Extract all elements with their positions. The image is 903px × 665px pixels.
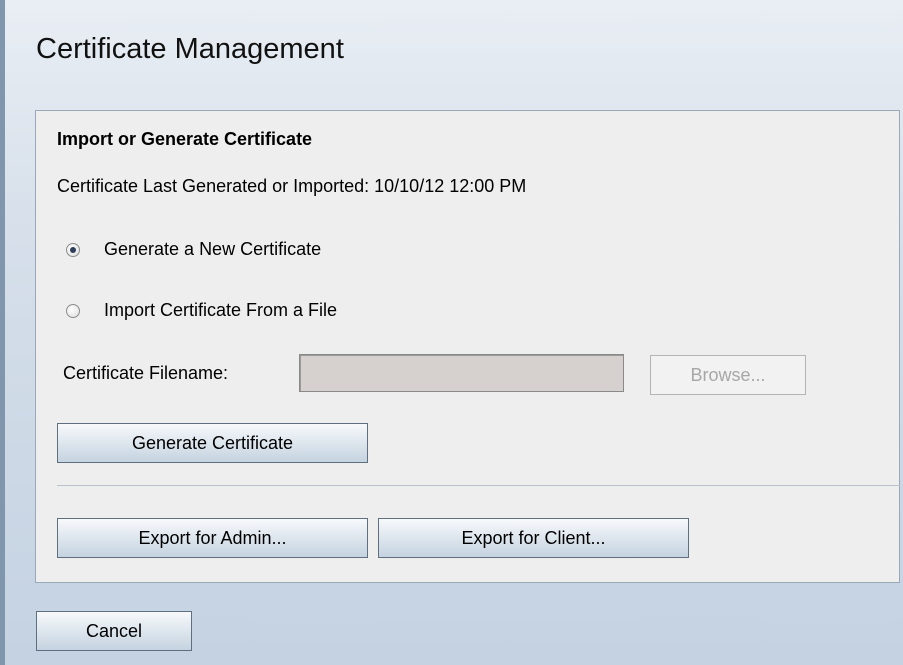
generate-certificate-button[interactable]: Generate Certificate: [57, 423, 368, 463]
export-for-admin-button[interactable]: Export for Admin...: [57, 518, 368, 558]
last-generated-text: Certificate Last Generated or Imported: …: [57, 176, 527, 196]
browse-button[interactable]: Browse...: [650, 355, 806, 395]
window-left-edge: [0, 0, 5, 665]
cancel-button[interactable]: Cancel: [36, 611, 192, 651]
export-for-client-button[interactable]: Export for Client...: [378, 518, 689, 558]
certificate-panel: Import or Generate Certificate Certifica…: [35, 110, 900, 583]
import-certificate-option[interactable]: Import Certificate From a File: [66, 300, 337, 321]
divider: [57, 485, 900, 486]
section-title: Import or Generate Certificate: [57, 129, 313, 149]
generate-new-certificate-option[interactable]: Generate a New Certificate: [66, 239, 321, 260]
certificate-filename-label: Certificate Filename:: [63, 363, 229, 383]
import-radio-label[interactable]: Import Certificate From a File: [104, 300, 337, 321]
certificate-filename-input[interactable]: [299, 354, 624, 392]
generate-radio-label[interactable]: Generate a New Certificate: [104, 239, 321, 260]
generate-radio-button[interactable]: [66, 242, 80, 257]
page-title: Certificate Management: [36, 33, 344, 65]
import-radio-button[interactable]: [66, 303, 80, 318]
